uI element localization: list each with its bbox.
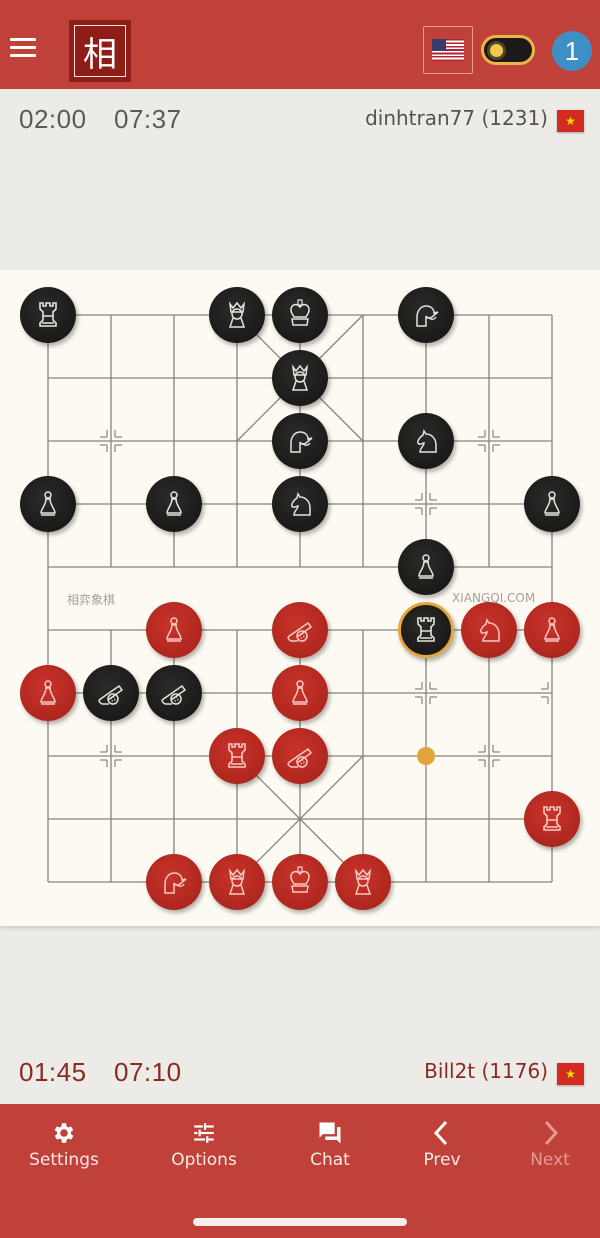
pawn-icon — [544, 617, 560, 642]
nav-prev[interactable]: Prev — [392, 1118, 492, 1170]
red-elephant-piece[interactable] — [146, 854, 202, 910]
black-rook-piece-selected[interactable] — [398, 602, 454, 658]
top-player-name[interactable]: dinhtran77 (1231) — [365, 106, 548, 130]
black-cannon-piece[interactable] — [83, 665, 139, 721]
home-indicator[interactable] — [193, 1218, 407, 1226]
red-king-piece[interactable] — [272, 854, 328, 910]
horse-icon — [291, 492, 311, 516]
horse-icon — [417, 429, 437, 453]
top-total-clock: 07:37 — [114, 104, 182, 134]
red-advisor-piece[interactable] — [335, 854, 391, 910]
chat-icon — [280, 1118, 380, 1148]
black-elephant-piece[interactable] — [272, 413, 328, 469]
menu-button[interactable] — [8, 36, 38, 60]
pawn-icon — [418, 554, 434, 579]
red-rook-piece[interactable] — [524, 791, 580, 847]
hamburger-icon-line — [10, 46, 36, 49]
black-pawn-piece[interactable] — [20, 476, 76, 532]
pawn-icon — [166, 491, 182, 516]
pawn-icon — [40, 491, 56, 516]
watermark-chinese: 相弈象棋 — [67, 593, 116, 607]
hamburger-icon — [10, 38, 36, 41]
advisor-icon — [291, 364, 309, 391]
vn-flag-icon: ★ — [557, 1063, 584, 1085]
bottom-player-row: 01:45 07:10 Bill2t (1176) ★ — [0, 1057, 600, 1097]
nav-options[interactable]: Options — [154, 1118, 254, 1170]
king-icon — [290, 866, 310, 893]
nav-label: Prev — [423, 1150, 461, 1170]
black-pawn-piece[interactable] — [398, 539, 454, 595]
rook-icon — [543, 806, 561, 831]
pawn-icon — [166, 617, 182, 642]
black-cannon-piece[interactable] — [146, 665, 202, 721]
black-horse-piece[interactable] — [272, 476, 328, 532]
sun-icon — [490, 44, 503, 57]
vn-flag-icon: ★ — [557, 110, 584, 132]
red-advisor-piece[interactable] — [209, 854, 265, 910]
horse-icon — [480, 618, 500, 642]
nav-label: Options — [171, 1150, 237, 1170]
star-icon: ★ — [565, 1067, 576, 1081]
hamburger-icon-line — [10, 54, 36, 57]
move-target-dot[interactable] — [417, 747, 435, 765]
cannon-icon — [287, 747, 313, 768]
star-icon: ★ — [565, 114, 576, 128]
black-advisor-piece[interactable] — [209, 287, 265, 343]
nav-label: Next — [530, 1150, 570, 1170]
sliders-icon — [154, 1118, 254, 1148]
pawn-icon — [544, 491, 560, 516]
top-app-bar: 相 1 — [0, 0, 600, 89]
black-horse-piece[interactable] — [398, 413, 454, 469]
app-logo[interactable]: 相 — [69, 20, 131, 82]
top-player-row: 02:00 07:37 dinhtran77 (1231) ★ — [0, 104, 600, 144]
pawn-icon — [292, 680, 308, 705]
language-button[interactable] — [423, 26, 473, 74]
nav-next[interactable]: Next — [500, 1118, 600, 1170]
red-pawn-piece[interactable] — [272, 665, 328, 721]
nav-settings[interactable]: Settings — [14, 1118, 114, 1170]
black-rook-piece[interactable] — [20, 287, 76, 343]
bottom-total-clock: 07:10 — [114, 1057, 182, 1087]
king-icon — [290, 299, 310, 326]
red-cannon-piece[interactable] — [272, 728, 328, 784]
us-flag-icon — [432, 39, 464, 61]
top-move-clock: 02:00 — [19, 104, 87, 134]
black-pawn-piece[interactable] — [524, 476, 580, 532]
bottom-move-clock: 01:45 — [19, 1057, 87, 1087]
rook-icon — [228, 743, 246, 768]
logo-character: 相 — [74, 25, 126, 77]
elephant-icon — [164, 872, 187, 894]
red-cannon-piece[interactable] — [272, 602, 328, 658]
bottom-player-name[interactable]: Bill2t (1176) — [424, 1059, 548, 1083]
elephant-icon — [290, 431, 313, 453]
red-pawn-piece[interactable] — [20, 665, 76, 721]
nav-chat[interactable]: Chat — [280, 1118, 380, 1170]
advisor-icon — [354, 868, 372, 895]
nav-label: Settings — [29, 1150, 99, 1170]
elephant-icon — [416, 305, 439, 327]
theme-toggle[interactable] — [481, 35, 535, 65]
black-elephant-piece[interactable] — [398, 287, 454, 343]
red-rook-piece[interactable] — [209, 728, 265, 784]
red-horse-piece[interactable] — [461, 602, 517, 658]
rook-icon — [417, 617, 435, 642]
black-king-piece[interactable] — [272, 287, 328, 343]
black-pawn-piece[interactable] — [146, 476, 202, 532]
cannon-icon — [287, 621, 313, 642]
chevron-right-icon — [500, 1118, 600, 1148]
red-pawn-piece[interactable] — [146, 602, 202, 658]
gear-icon — [14, 1118, 114, 1148]
black-advisor-piece[interactable] — [272, 350, 328, 406]
xiangqi-board[interactable]: 相弈象棋 XIANGQI.COM — [0, 270, 600, 926]
cannon-icon — [98, 684, 124, 705]
red-pawn-piece[interactable] — [524, 602, 580, 658]
advisor-icon — [228, 868, 246, 895]
cannon-icon — [161, 684, 187, 705]
pawn-icon — [40, 680, 56, 705]
nav-label: Chat — [310, 1150, 350, 1170]
advisor-icon — [228, 301, 246, 328]
notification-badge[interactable]: 1 — [552, 31, 592, 71]
chevron-left-icon — [392, 1118, 492, 1148]
rook-icon — [39, 302, 57, 327]
